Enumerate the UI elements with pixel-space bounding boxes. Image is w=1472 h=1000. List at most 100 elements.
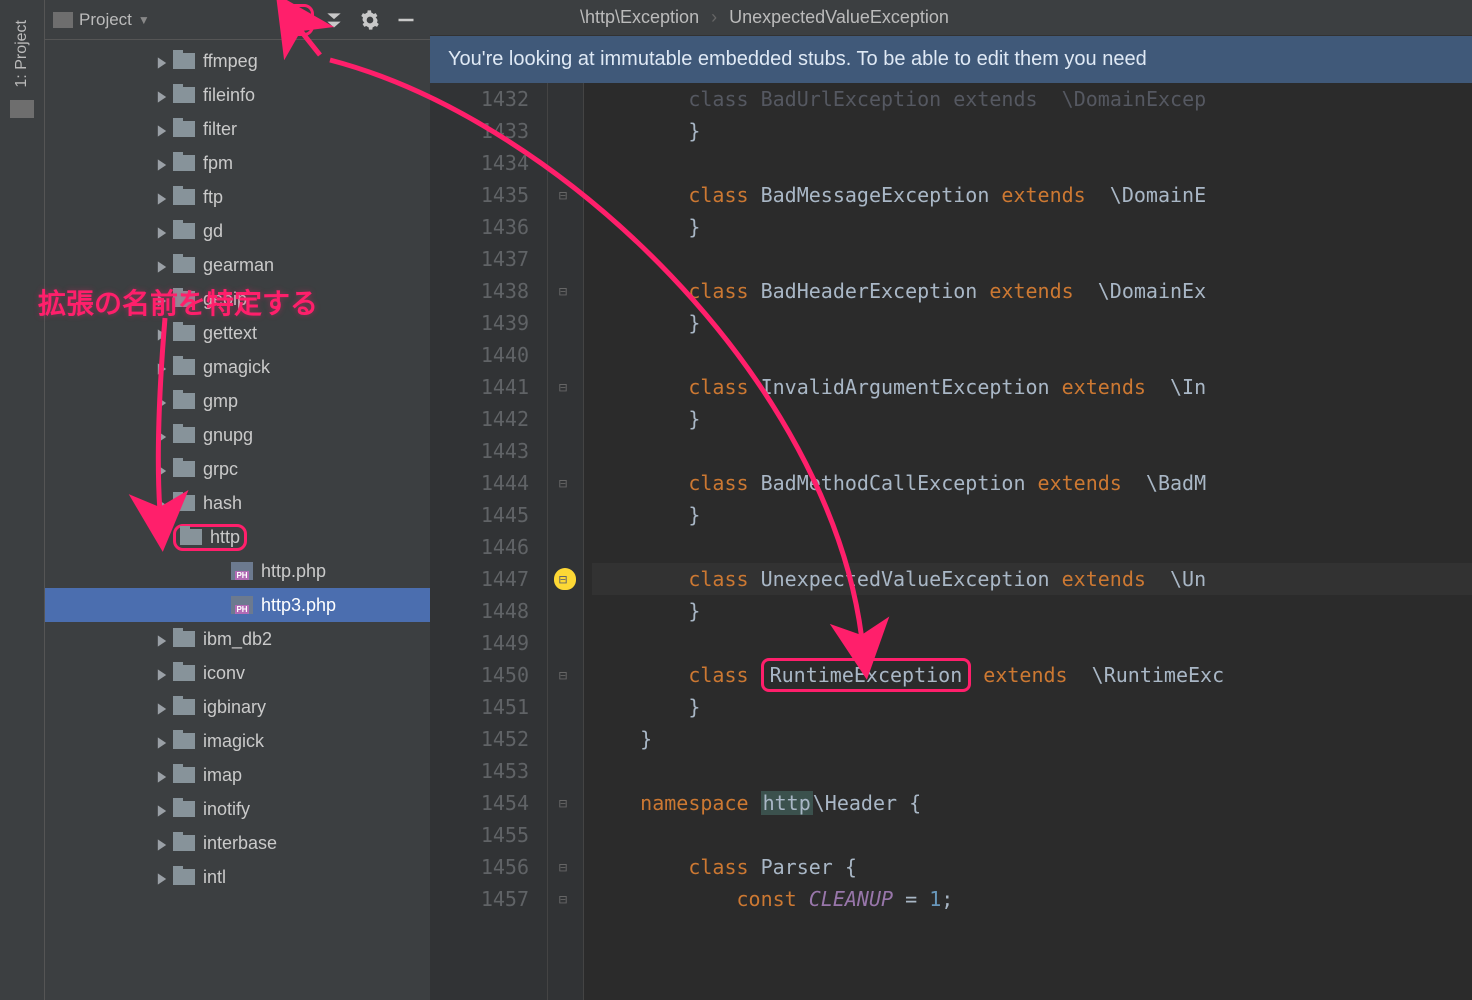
tree-folder[interactable]: iconv [45, 656, 430, 690]
tree-folder[interactable]: intl [45, 860, 430, 894]
project-view-selector[interactable]: Project ▼ [53, 10, 150, 30]
expand-arrow-icon[interactable] [155, 836, 169, 850]
code-line[interactable]: } [592, 595, 1472, 627]
code-line[interactable]: } [592, 403, 1472, 435]
expand-arrow-icon[interactable] [155, 190, 169, 204]
expand-arrow-icon[interactable] [155, 88, 169, 102]
fold-toggle-icon[interactable]: ⊟ [554, 283, 572, 301]
tree-folder[interactable]: imagick [45, 724, 430, 758]
project-icon [53, 12, 73, 28]
tree-folder[interactable]: ftp [45, 180, 430, 214]
fold-toggle-icon[interactable]: ⊟ [554, 667, 572, 685]
code-line[interactable] [592, 627, 1472, 659]
code-line[interactable] [592, 147, 1472, 179]
breadcrumb-segment[interactable]: \http\Exception [580, 7, 699, 28]
tree-folder[interactable]: filter [45, 112, 430, 146]
code-line[interactable]: class UnexpectedValueException extends \… [592, 563, 1472, 595]
fold-toggle-icon[interactable]: ⊟ [554, 475, 572, 493]
code-line[interactable]: class BadMethodCallException extends \Ba… [592, 467, 1472, 499]
fold-toggle-icon[interactable]: ⊟ [554, 795, 572, 813]
expand-arrow-icon[interactable] [155, 462, 169, 476]
hide-panel-button[interactable] [390, 4, 422, 36]
settings-button[interactable] [354, 4, 386, 36]
code-editor[interactable]: 1432143314341435143614371438143914401441… [430, 83, 1472, 1000]
tree-folder[interactable]: fileinfo [45, 78, 430, 112]
code-line[interactable] [592, 819, 1472, 851]
expand-arrow-icon[interactable] [155, 666, 169, 680]
code-line[interactable]: class BadHeaderException extends \Domain… [592, 275, 1472, 307]
expand-arrow-icon[interactable] [155, 394, 169, 408]
tree-folder[interactable]: http [45, 520, 430, 554]
tree-folder[interactable]: hash [45, 486, 430, 520]
code-content[interactable]: class BadUrlException extends \DomainExc… [584, 83, 1472, 1000]
project-tool-tab[interactable]: 1: Project [13, 20, 31, 88]
code-line[interactable]: namespace http\Header { [592, 787, 1472, 819]
expand-arrow-icon[interactable] [155, 258, 169, 272]
line-number: 1457 [430, 883, 529, 915]
locate-file-button[interactable] [282, 4, 314, 36]
expand-arrow-icon[interactable] [155, 122, 169, 136]
code-line[interactable]: } [592, 723, 1472, 755]
tree-folder[interactable]: imap [45, 758, 430, 792]
fold-toggle-icon[interactable]: ⊟ [554, 187, 572, 205]
code-line[interactable] [592, 435, 1472, 467]
code-line[interactable]: } [592, 691, 1472, 723]
expand-arrow-icon[interactable] [155, 700, 169, 714]
code-line[interactable]: } [592, 307, 1472, 339]
tree-folder[interactable]: igbinary [45, 690, 430, 724]
code-line[interactable]: } [592, 115, 1472, 147]
fold-toggle-icon[interactable]: ⊟ [554, 571, 572, 589]
expand-arrow-icon[interactable] [155, 870, 169, 884]
tree-file[interactable]: http3.php [45, 588, 430, 622]
breadcrumb-segment[interactable]: UnexpectedValueException [729, 7, 949, 28]
expand-arrow-icon[interactable] [155, 428, 169, 442]
code-line[interactable]: class RuntimeException extends \RuntimeE… [592, 659, 1472, 691]
code-line[interactable]: class Parser { [592, 851, 1472, 883]
code-line[interactable]: class InvalidArgumentException extends \… [592, 371, 1472, 403]
code-line[interactable] [592, 755, 1472, 787]
fold-toggle-icon[interactable]: ⊟ [554, 379, 572, 397]
expand-arrow-icon[interactable] [155, 156, 169, 170]
folder-icon [173, 121, 195, 137]
tree-folder[interactable]: interbase [45, 826, 430, 860]
code-line[interactable]: const CLEANUP = 1; [592, 883, 1472, 915]
tree-folder[interactable]: gmagick [45, 350, 430, 384]
expand-arrow-icon[interactable] [155, 734, 169, 748]
expand-arrow-icon[interactable] [155, 224, 169, 238]
expand-arrow-icon[interactable] [155, 530, 169, 544]
collapse-all-button[interactable] [318, 4, 350, 36]
expand-arrow-icon[interactable] [213, 564, 227, 578]
expand-arrow-icon[interactable] [155, 496, 169, 510]
fold-toggle-icon[interactable]: ⊟ [554, 859, 572, 877]
project-tree[interactable]: ffmpegfileinfofilterfpmftpgdgearmangeoip… [45, 40, 430, 1000]
fold-toggle-icon[interactable]: ⊟ [554, 891, 572, 909]
expand-arrow-icon[interactable] [155, 326, 169, 340]
tree-item-label: gearman [203, 255, 274, 276]
fold-gutter[interactable]: ⊟ ⊟ ⊟ ⊟ ⊟ ⊟ ⊟ ⊟ ⊟ [548, 83, 584, 1000]
code-line[interactable] [592, 243, 1472, 275]
tree-folder[interactable]: fpm [45, 146, 430, 180]
tree-folder[interactable]: grpc [45, 452, 430, 486]
expand-arrow-icon[interactable] [155, 360, 169, 374]
code-line[interactable] [592, 531, 1472, 563]
expand-arrow-icon[interactable] [155, 802, 169, 816]
line-number: 1435 [430, 179, 529, 211]
tree-folder[interactable]: inotify [45, 792, 430, 826]
tree-folder[interactable]: gearman [45, 248, 430, 282]
tree-folder[interactable]: gmp [45, 384, 430, 418]
code-line[interactable]: } [592, 211, 1472, 243]
code-line[interactable]: class BadMessageException extends \Domai… [592, 179, 1472, 211]
code-line[interactable]: class BadUrlException extends \DomainExc… [592, 83, 1472, 115]
expand-arrow-icon[interactable] [155, 54, 169, 68]
tree-folder[interactable]: gnupg [45, 418, 430, 452]
tree-file[interactable]: http.php [45, 554, 430, 588]
code-line[interactable] [592, 339, 1472, 371]
tree-folder[interactable]: ibm_db2 [45, 622, 430, 656]
tree-folder[interactable]: gd [45, 214, 430, 248]
expand-arrow-icon[interactable] [155, 632, 169, 646]
code-line[interactable]: } [592, 499, 1472, 531]
expand-arrow-icon[interactable] [213, 598, 227, 612]
tree-folder[interactable]: ffmpeg [45, 44, 430, 78]
breadcrumb[interactable]: \http\Exception › UnexpectedValueExcepti… [430, 0, 1472, 36]
expand-arrow-icon[interactable] [155, 768, 169, 782]
